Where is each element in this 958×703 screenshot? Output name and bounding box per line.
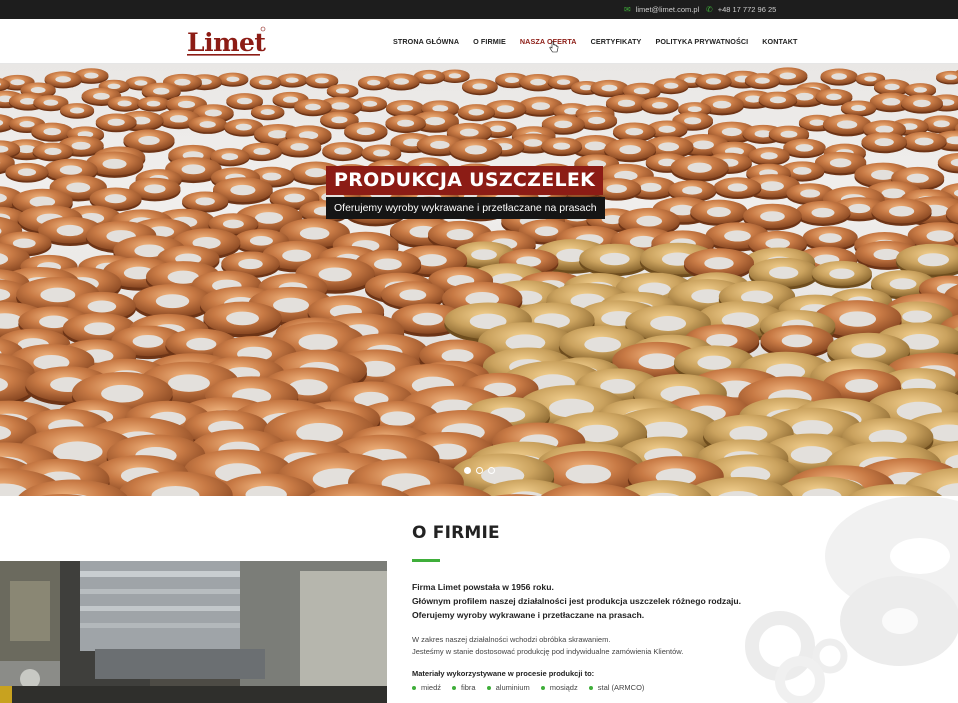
nav-privacy[interactable]: POLITYKA PRYWATNOŚCI bbox=[655, 37, 748, 46]
svg-text:Limet: Limet bbox=[187, 28, 266, 57]
material-label: fibra bbox=[461, 683, 476, 692]
hero-subtitle: Oferujemy wyroby wykrawane i przetłaczan… bbox=[326, 197, 605, 219]
nav-contact[interactable]: KONTAKT bbox=[762, 37, 797, 46]
email-text[interactable]: limet@limet.com.pl bbox=[636, 5, 699, 14]
top-contact-bar: ✉ limet@limet.com.pl ✆ +48 17 772 96 25 bbox=[0, 0, 958, 19]
heading-underline bbox=[412, 559, 440, 562]
bullet-icon bbox=[540, 685, 545, 690]
materials-title: Materiały wykorzystywane w procesie prod… bbox=[412, 669, 595, 678]
contact-phone[interactable]: ✆ +48 17 772 96 25 bbox=[706, 0, 776, 19]
material-item: fibra bbox=[452, 683, 476, 692]
slider-dots bbox=[464, 467, 495, 474]
nav-certificates[interactable]: CERTYFIKATY bbox=[591, 37, 642, 46]
hero-slider[interactable]: PRODUKCJA USZCZELEK Oferujemy wyroby wyk… bbox=[0, 64, 958, 496]
material-item: stal (ARMCO) bbox=[588, 683, 645, 692]
lead-line-1: Firma Limet powstała w 1956 roku. bbox=[412, 582, 554, 592]
material-label: mosiądz bbox=[549, 683, 578, 692]
envelope-icon: ✉ bbox=[624, 4, 631, 14]
material-item: aluminium bbox=[486, 683, 530, 692]
copper-washers-photo bbox=[0, 67, 958, 496]
lead-line-3: Oferujemy wyroby wykrawane i przetłaczan… bbox=[412, 610, 645, 620]
phone-icon: ✆ bbox=[706, 4, 713, 14]
washers-background-graphic bbox=[745, 496, 958, 703]
machining-photo bbox=[0, 561, 387, 703]
limet-logo[interactable]: Limet bbox=[186, 26, 266, 58]
phone-text[interactable]: +48 17 772 96 25 bbox=[718, 5, 777, 14]
about-heading: O FIRMIE bbox=[412, 523, 500, 543]
body-line-2: Jesteśmy w stanie dostosować produkcję p… bbox=[412, 647, 684, 656]
materials-list: miedź fibra aluminium mosiądz stal (ARMC… bbox=[412, 683, 644, 692]
nav-about[interactable]: O FIRMIE bbox=[473, 37, 506, 46]
about-body: W zakres naszej działalności wchodzi obr… bbox=[412, 634, 683, 658]
lead-line-2: Głównym profilem naszej działalności jes… bbox=[412, 596, 742, 606]
slider-dot-3[interactable] bbox=[488, 467, 495, 474]
nav-home[interactable]: STRONA GŁÓWNA bbox=[393, 37, 459, 46]
bullet-icon bbox=[452, 685, 457, 690]
hero-title: PRODUKCJA USZCZELEK bbox=[326, 166, 604, 195]
material-label: stal (ARMCO) bbox=[597, 683, 645, 692]
material-item: miedź bbox=[412, 683, 441, 692]
body-line-1: W zakres naszej działalności wchodzi obr… bbox=[412, 635, 611, 644]
slider-dot-1[interactable] bbox=[464, 467, 471, 474]
main-nav: STRONA GŁÓWNA O FIRMIE NASZA OFERTA CERT… bbox=[393, 19, 798, 64]
material-label: aluminium bbox=[495, 683, 530, 692]
site-header: Limet STRONA GŁÓWNA O FIRMIE NASZA OFERT… bbox=[0, 19, 958, 64]
bullet-icon bbox=[486, 685, 491, 690]
slider-dot-2[interactable] bbox=[476, 467, 483, 474]
material-item: mosiądz bbox=[540, 683, 578, 692]
bullet-icon bbox=[588, 685, 593, 690]
hand-cursor-icon bbox=[549, 41, 559, 53]
material-label: miedź bbox=[421, 683, 442, 692]
contact-email[interactable]: ✉ limet@limet.com.pl bbox=[624, 0, 699, 19]
about-lead: Firma Limet powstała w 1956 roku. Główny… bbox=[412, 580, 741, 622]
bullet-icon bbox=[412, 685, 416, 690]
